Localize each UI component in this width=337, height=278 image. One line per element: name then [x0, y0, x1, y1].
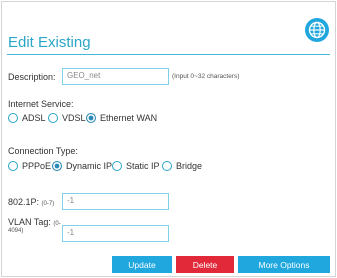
description-label: Description:: [8, 72, 56, 82]
radio-dynamic-ip[interactable]: Dynamic IP: [52, 161, 112, 171]
p8021-input[interactable]: -1: [62, 193, 169, 210]
description-hint: (Input 0~32 characters): [172, 73, 240, 80]
internet-service-label: Internet Service:: [8, 99, 74, 109]
page-title: Edit Existing: [8, 34, 91, 51]
radio-label-bridge: Bridge: [176, 161, 203, 171]
radio-circle: [8, 161, 18, 171]
globe-icon[interactable]: [305, 18, 329, 42]
edit-existing-panel: Edit Existing Description: GEO_net (Inpu…: [1, 1, 336, 277]
vlan-tag-label-text: VLAN Tag:: [8, 217, 51, 227]
radio-vdsl[interactable]: VDSL: [48, 113, 86, 123]
radio-circle: [162, 161, 172, 171]
radio-label-pppoe: PPPoE: [22, 161, 52, 171]
radio-label-vdsl: VDSL: [62, 113, 86, 123]
vlan-tag-input[interactable]: -1: [62, 225, 169, 242]
radio-label-dynamic-ip: Dynamic IP: [66, 161, 113, 171]
radio-circle-selected: [52, 161, 62, 171]
radio-ethernet-wan[interactable]: Ethernet WAN: [86, 113, 157, 123]
radio-circle: [8, 113, 18, 123]
vlan-tag-label: VLAN Tag: (0-: [8, 217, 61, 227]
radio-circle: [112, 161, 122, 171]
title-divider: [7, 54, 330, 55]
radio-static-ip[interactable]: Static IP: [112, 161, 160, 171]
radio-label-static-ip: Static IP: [126, 161, 160, 171]
p8021-label-text: 802.1P:: [8, 197, 40, 207]
description-input[interactable]: GEO_net: [62, 68, 169, 85]
radio-label-adsl: ADSL: [22, 113, 46, 123]
p8021-range: (0-7): [41, 201, 55, 207]
radio-circle-selected: [86, 113, 96, 123]
delete-button[interactable]: Delete: [176, 256, 234, 273]
p8021-label: 802.1P: (0-7): [8, 197, 54, 207]
radio-pppoe[interactable]: PPPoE: [8, 161, 51, 171]
more-options-button[interactable]: More Options: [238, 256, 330, 273]
update-button[interactable]: Update: [112, 256, 172, 273]
radio-label-ethernet-wan: Ethernet WAN: [100, 113, 158, 123]
radio-adsl[interactable]: ADSL: [8, 113, 46, 123]
radio-bridge[interactable]: Bridge: [162, 161, 202, 171]
connection-type-label: Connection Type:: [8, 146, 78, 156]
vlan-range-part2: 4094): [8, 228, 24, 234]
vlan-range-part1: (0-: [53, 221, 61, 227]
radio-circle: [48, 113, 58, 123]
